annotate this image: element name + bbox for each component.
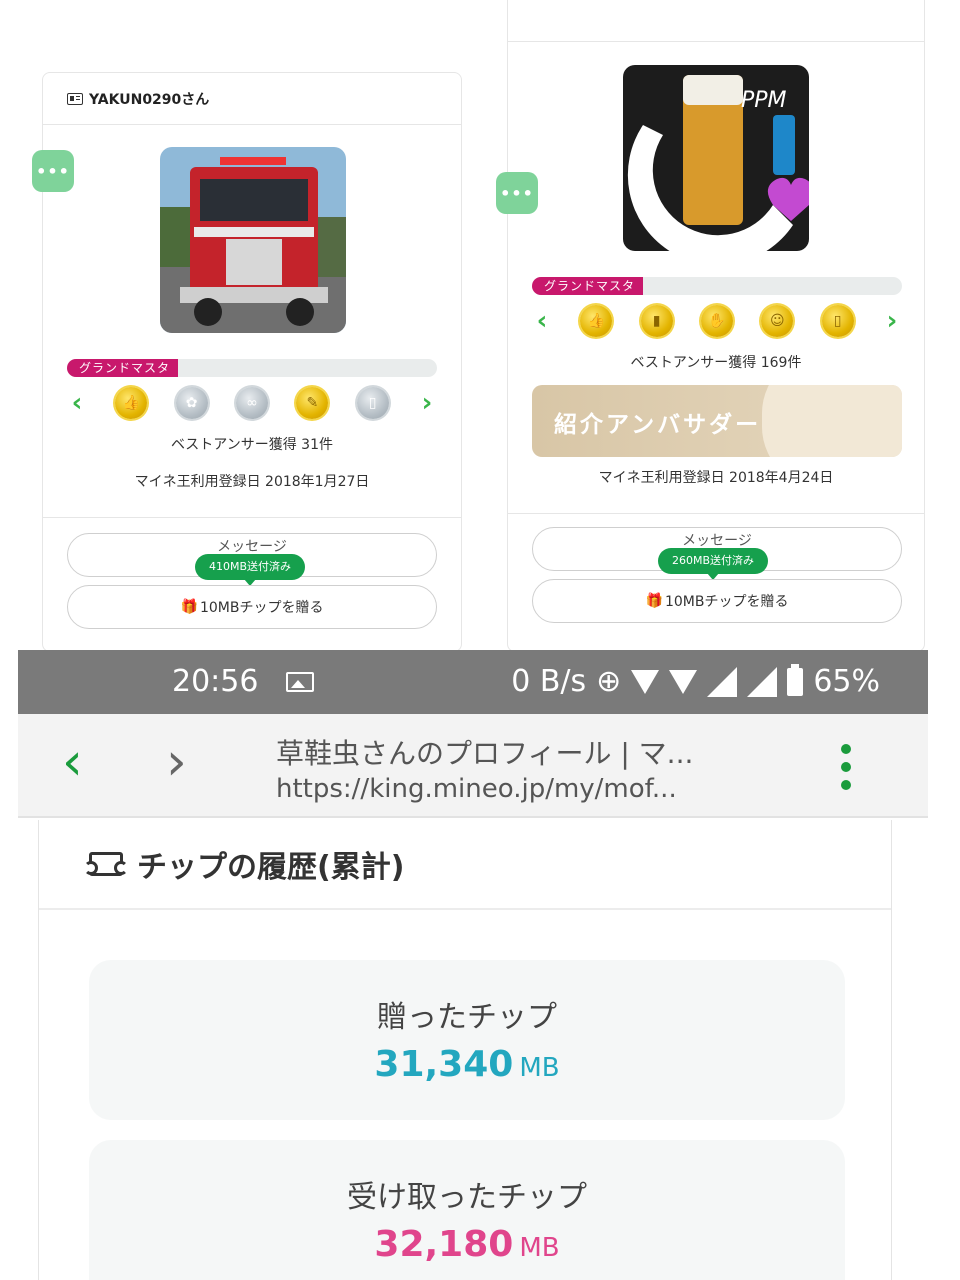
people-badge-icon[interactable]: ☺ [761, 305, 794, 337]
ambassador-label: 紹介アンバサダー [554, 412, 762, 438]
divider [508, 513, 924, 514]
received-unit: MB [519, 1233, 560, 1263]
ambassador-banner: 紹介アンバサダー [532, 385, 902, 457]
sent-tips-label: 贈ったチップ [377, 1000, 557, 1035]
sent-tips-box: 贈ったチップ 31,340 MB [89, 960, 845, 1120]
received-tips-value: 32,180 MB [89, 1224, 845, 1265]
door-badge-icon[interactable]: ▯ [821, 305, 854, 337]
wifi-icon [631, 669, 660, 694]
rank-label: グランドマスタ [67, 359, 178, 377]
best-answer-count: ベストアンサー獲得 169件 [630, 355, 802, 371]
message-label: メッセージ [682, 533, 752, 549]
back-arrow-icon[interactable]: ‹ [62, 736, 83, 788]
flower-badge-icon[interactable]: ✿ [175, 387, 208, 419]
signal-sim2-icon [747, 666, 778, 697]
received-tips-label: 受け取ったチップ [347, 1180, 587, 1215]
divider [43, 517, 461, 518]
browser-toolbar: ‹ › 草鞋虫さんのプロフィール | マ... https://king.min… [18, 714, 928, 818]
card-header: YAKUN0290さん [43, 73, 461, 125]
tip-history-header: チップの履歴(累計) [39, 820, 891, 910]
sent-unit: MB [519, 1053, 560, 1083]
network-speed: 0 B/s [511, 664, 587, 699]
gift-icon: 🎁 [180, 599, 198, 615]
profile-card-yakun: YAKUN0290さん グランドマスタ ‹ 👍 ✿ ∞ ✎ ▯ › ベストアンサ… [42, 72, 462, 652]
tip-sent-badge: 410MB送付済み [195, 554, 306, 586]
id-card-icon [67, 92, 83, 105]
sent-tips-value: 31,340 MB [89, 1044, 845, 1085]
username[interactable]: YAKUN0290さん [89, 89, 209, 109]
profile-card-2: PPM グランドマスタ ‹ 👍 ▮ ✋ ☺ ▯ › ベストアンサー獲得 169件… [507, 0, 925, 652]
chat-bubble-button[interactable]: ••• [32, 150, 74, 192]
sent-amount: 31,340 [374, 1044, 514, 1085]
message-label: メッセージ [217, 539, 287, 555]
received-amount: 32,180 [374, 1224, 514, 1265]
wifi-secondary-icon [669, 669, 698, 694]
registration-date: マイネ王利用登録日 2018年4月24日 [598, 470, 834, 486]
tip-sent-badge: 260MB送付済み [658, 548, 769, 580]
phone-badge-icon[interactable]: ▮ [640, 305, 673, 337]
tip-history-card: チップの履歴(累計) 贈ったチップ 31,340 MB 受け取ったチップ 32,1… [38, 820, 892, 1280]
send-tip-button[interactable]: 🎁 10MBチップを贈る [67, 585, 437, 629]
signal-sim1-icon [707, 666, 738, 697]
best-answer-count: ベストアンサー獲得 31件 [171, 437, 333, 453]
chat-bubble-button[interactable]: ••• [496, 172, 538, 214]
battery-icon [787, 663, 804, 696]
badge-carousel: ‹ 👍 ▮ ✋ ☺ ▯ › [532, 301, 902, 341]
status-bar: 20:56 0 B/s ⊕ 65% [18, 650, 928, 714]
forward-arrow-icon[interactable]: › [166, 736, 187, 788]
chevron-left-icon[interactable]: ‹ [532, 308, 552, 334]
tip-history-title: チップの履歴(累計) [137, 850, 405, 885]
status-icons: 0 B/s ⊕ 65% [511, 663, 880, 699]
avatar-beer-vaccine[interactable]: PPM [623, 65, 809, 251]
received-tips-box: 受け取ったチップ 32,180 MB [89, 1140, 845, 1280]
send-tip-label: 10MBチップを贈る [199, 600, 324, 616]
rank-progress: グランドマスタ [67, 359, 437, 377]
overflow-menu-icon[interactable] [836, 744, 856, 790]
url-field[interactable]: https://king.mineo.jp/my/mof... [276, 774, 677, 804]
image-notification-icon [286, 672, 314, 692]
pencil-badge-icon[interactable]: ✎ [296, 387, 329, 419]
clock: 20:56 [172, 664, 259, 699]
ticket-icon [84, 852, 128, 876]
chevron-right-icon[interactable]: › [882, 308, 902, 334]
registration-date: マイネ王利用登録日 2018年1月27日 [134, 474, 370, 490]
send-tip-button[interactable]: 🎁 10MBチップを贈る [532, 579, 902, 623]
link-badge-icon[interactable]: ∞ [235, 387, 268, 419]
door-badge-icon[interactable]: ▯ [356, 387, 389, 419]
handshake-badge-icon[interactable]: ✋ [700, 305, 733, 337]
thumbs-up-badge-icon[interactable]: 👍 [580, 305, 613, 337]
svg-text:PPM: PPM [741, 88, 787, 113]
chevron-right-icon[interactable]: › [417, 390, 437, 416]
badge-carousel: ‹ 👍 ✿ ∞ ✎ ▯ › [67, 383, 437, 423]
chevron-left-icon[interactable]: ‹ [67, 390, 87, 416]
send-tip-label: 10MBチップを贈る [664, 594, 789, 610]
thumbs-up-badge-icon[interactable]: 👍 [115, 387, 148, 419]
rank-progress: グランドマスタ [532, 277, 902, 295]
avatar-fire-truck[interactable] [160, 147, 346, 333]
data-saver-icon: ⊕ [596, 664, 622, 699]
gift-icon: 🎁 [645, 593, 663, 609]
rank-label: グランドマスタ [532, 277, 643, 295]
divider [508, 41, 924, 42]
battery-percent: 65% [813, 664, 880, 699]
page-title: 草鞋虫さんのプロフィール | マ... [276, 737, 694, 770]
